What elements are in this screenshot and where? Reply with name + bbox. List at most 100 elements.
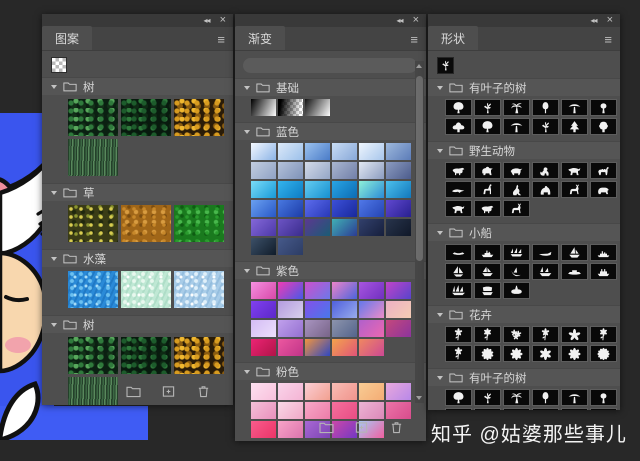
chevron-down-icon[interactable]	[244, 269, 250, 273]
gradient-swatch[interactable]	[278, 383, 303, 400]
gradient-swatch[interactable]	[251, 181, 276, 198]
shape-sailboat-pair[interactable]	[532, 263, 559, 280]
gradient-swatch[interactable]	[332, 301, 357, 318]
shape-blossom[interactable]	[561, 326, 588, 343]
gradient-swatch[interactable]	[305, 301, 330, 318]
shape-wolf[interactable]	[561, 162, 588, 179]
gradient-swatch[interactable]	[305, 219, 330, 236]
gradient-swatch[interactable]	[305, 282, 330, 299]
shape-warship[interactable]	[590, 244, 617, 261]
pattern-swatch[interactable]	[174, 99, 224, 136]
shape-palm[interactable]	[503, 99, 530, 116]
gradient-swatch[interactable]	[359, 301, 384, 318]
shape-tree-oak[interactable]	[445, 99, 472, 116]
panel-menu-icon[interactable]: ≡	[217, 32, 233, 50]
delete-button[interactable]	[389, 421, 404, 434]
pattern-swatch[interactable]	[121, 337, 171, 374]
shape-battleship[interactable]	[474, 244, 501, 261]
new-item-button[interactable]	[354, 421, 369, 434]
chevron-down-icon[interactable]	[437, 313, 443, 317]
chevron-down-icon[interactable]	[51, 323, 57, 327]
gradient-swatch[interactable]	[386, 282, 411, 299]
shape-sailboat-3[interactable]	[474, 263, 501, 280]
gradient-swatch[interactable]	[386, 383, 411, 400]
gradient-swatch[interactable]	[251, 383, 276, 400]
shape-boar[interactable]	[445, 162, 472, 179]
gradient-swatch[interactable]	[359, 219, 384, 236]
chevron-down-icon[interactable]	[244, 86, 250, 90]
gradient-swatch[interactable]	[305, 99, 330, 116]
group-header[interactable]: 树	[42, 77, 233, 95]
group-header[interactable]: 有叶子的树	[428, 78, 620, 96]
pattern-swatch[interactable]	[68, 205, 118, 242]
shape-daisy[interactable]	[561, 345, 588, 362]
gradient-swatch[interactable]	[359, 143, 384, 160]
collapse-panel-icon[interactable]: ◂◂	[591, 17, 597, 25]
gradient-swatch[interactable]	[251, 162, 276, 179]
collapse-panel-icon[interactable]: ◂◂	[397, 17, 403, 25]
chevron-down-icon[interactable]	[51, 85, 57, 89]
gradient-swatch[interactable]	[386, 219, 411, 236]
shape-tree-oak[interactable]	[474, 118, 501, 135]
pattern-swatch[interactable]	[68, 139, 118, 176]
pattern-swatch[interactable]	[68, 99, 118, 136]
group-header[interactable]: 野生动物	[428, 141, 620, 159]
gradient-swatch[interactable]	[386, 162, 411, 179]
shape-sailboat-trio[interactable]	[503, 244, 530, 261]
shape-crocodile[interactable]	[445, 181, 472, 198]
shape-tree-crown[interactable]	[590, 408, 617, 410]
gradient-swatch[interactable]	[278, 238, 303, 255]
group-header[interactable]: 小船	[428, 223, 620, 241]
group-header[interactable]: 草	[42, 183, 233, 201]
shape-kangaroo[interactable]	[503, 181, 530, 198]
gradient-swatch[interactable]	[332, 181, 357, 198]
tab-patterns[interactable]: 图案	[42, 26, 92, 50]
chevron-down-icon[interactable]	[437, 376, 443, 380]
gradient-swatch[interactable]	[305, 181, 330, 198]
current-shape-thumbnail[interactable]	[437, 57, 454, 74]
group-header[interactable]: 基础	[235, 78, 426, 96]
shape-tree-pine[interactable]	[561, 408, 588, 410]
shape-tree-tall[interactable]	[532, 99, 559, 116]
shape-submarine[interactable]	[503, 282, 530, 299]
chevron-down-icon[interactable]	[437, 149, 443, 153]
shape-tree-bushy[interactable]	[445, 118, 472, 135]
gradient-swatch[interactable]	[359, 181, 384, 198]
shape-flower-spray[interactable]	[445, 326, 472, 343]
gradient-swatch[interactable]	[305, 162, 330, 179]
shape-clipper[interactable]	[445, 282, 472, 299]
shape-giraffe[interactable]	[474, 181, 501, 198]
gradient-swatch[interactable]	[278, 339, 303, 356]
shape-tree-umbrella[interactable]	[561, 99, 588, 116]
shape-tree-umbrella[interactable]	[503, 408, 530, 410]
gradient-swatch[interactable]	[251, 143, 276, 160]
pattern-swatch[interactable]	[174, 205, 224, 242]
gradient-swatch[interactable]	[305, 143, 330, 160]
group-header[interactable]: 有叶子的树	[428, 368, 620, 386]
shape-tree-crown[interactable]	[590, 118, 617, 135]
shape-steamship[interactable]	[590, 263, 617, 280]
group-header[interactable]: 蓝色	[235, 122, 426, 140]
gradient-swatch[interactable]	[278, 181, 303, 198]
shape-reindeer[interactable]	[503, 200, 530, 217]
scrollbar[interactable]	[415, 61, 424, 403]
shape-rhino[interactable]	[503, 162, 530, 179]
shape-deer[interactable]	[561, 181, 588, 198]
gradient-swatch[interactable]	[278, 282, 303, 299]
pattern-swatch[interactable]	[174, 271, 224, 308]
shape-dahlia[interactable]	[474, 345, 501, 362]
group-header[interactable]: 紫色	[235, 261, 426, 279]
shape-lily[interactable]	[532, 326, 559, 343]
chevron-down-icon[interactable]	[437, 231, 443, 235]
shape-tree-oak[interactable]	[474, 408, 501, 410]
shape-gunboat[interactable]	[561, 263, 588, 280]
gradient-swatch[interactable]	[332, 162, 357, 179]
gradient-swatch[interactable]	[359, 162, 384, 179]
shape-moon-boat[interactable]	[503, 263, 530, 280]
shape-tree-sparse[interactable]	[590, 389, 617, 406]
close-panel-icon[interactable]: ×	[607, 15, 613, 26]
scroll-up-icon[interactable]	[416, 64, 422, 68]
chevron-down-icon[interactable]	[51, 257, 57, 261]
shape-tree-sparse[interactable]	[590, 99, 617, 116]
shape-tree-branch[interactable]	[474, 389, 501, 406]
